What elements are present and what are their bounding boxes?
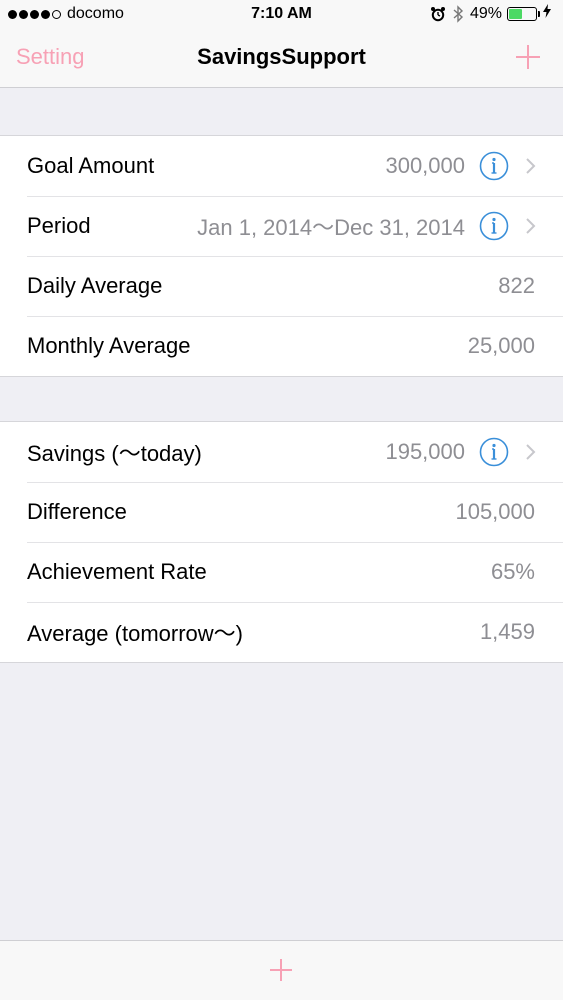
chevron-right-icon[interactable] — [524, 156, 538, 176]
plus-icon[interactable] — [513, 42, 543, 72]
navigation-bar: Setting SavingsSupport — [0, 30, 563, 88]
table-row-period[interactable]: Period Jan 1, 2014～Dec 31, 2014 — [0, 196, 563, 256]
row-value: 25,000 — [467, 333, 535, 358]
savings-section: Savings (～today) 195,000 Difference 105,… — [0, 421, 563, 663]
chevron-right-icon[interactable] — [524, 442, 538, 462]
goal-section: Goal Amount 300,000 Period Jan 1, 2014～D… — [0, 135, 563, 377]
row-label: Daily Average — [27, 273, 163, 298]
row-label: Savings (～today) — [27, 441, 202, 466]
battery-fill — [509, 8, 522, 19]
bluetooth-icon — [452, 4, 464, 23]
battery-percent: 49% — [469, 4, 502, 22]
row-value: Jan 1, 2014～Dec 31, 2014 — [197, 215, 465, 240]
table-row-average-tomorrow: Average (tomorrow～) 1,459 — [0, 602, 563, 662]
info-icon[interactable] — [479, 151, 509, 181]
status-right: 49% — [430, 4, 551, 23]
screen: docomo 7:10 AM 49% Setting SavingsSuppor… — [0, 0, 563, 1000]
table-row-savings[interactable]: Savings (～today) 195,000 — [0, 422, 563, 482]
plus-icon[interactable] — [268, 957, 294, 983]
row-value: 195,000 — [385, 439, 465, 464]
status-bar: docomo 7:10 AM 49% — [0, 0, 563, 30]
bottom-toolbar — [0, 940, 563, 1000]
row-value: 822 — [498, 273, 535, 298]
row-value: 105,000 — [455, 499, 535, 524]
info-icon[interactable] — [479, 437, 509, 467]
table-row-goal-amount[interactable]: Goal Amount 300,000 — [0, 136, 563, 196]
alarm-clock-icon — [430, 6, 446, 22]
row-value: 65% — [490, 559, 535, 584]
table-row-achievement-rate: Achievement Rate 65% — [0, 542, 563, 602]
row-value: 300,000 — [385, 153, 465, 178]
charging-bolt-icon — [543, 4, 551, 23]
row-label: Monthly Average — [27, 333, 191, 358]
info-icon[interactable] — [479, 211, 509, 241]
row-value: 1,459 — [479, 619, 535, 644]
battery-icon — [507, 6, 540, 21]
row-label: Achievement Rate — [27, 559, 207, 584]
chevron-right-icon[interactable] — [524, 216, 538, 236]
row-label: Average (tomorrow～) — [27, 621, 243, 646]
page-title: SavingsSupport — [197, 44, 366, 69]
table-row-difference: Difference 105,000 — [0, 482, 563, 542]
table-row-monthly-average: Monthly Average 25,000 — [0, 316, 563, 376]
row-label: Goal Amount — [27, 153, 155, 178]
row-label: Period — [27, 213, 91, 238]
table-row-daily-average: Daily Average 822 — [0, 256, 563, 316]
row-label: Difference — [27, 499, 127, 524]
